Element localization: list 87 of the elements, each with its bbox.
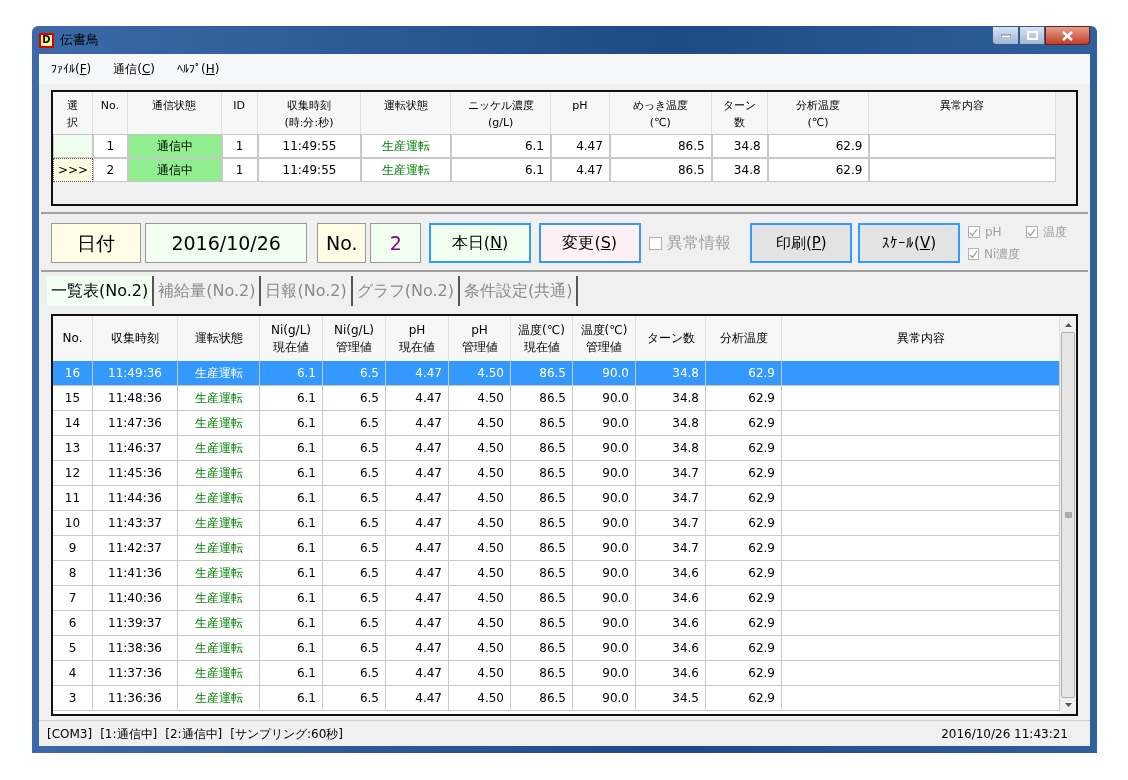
table-cell: 86.5 — [609, 134, 712, 158]
table-cell: 62.9 — [767, 158, 870, 182]
table-cell: 1 — [92, 134, 128, 158]
table-cell: 3 — [53, 686, 93, 711]
number-label: No. — [317, 223, 367, 263]
table-cell: 生産運転 — [178, 686, 260, 711]
menu-item[interactable]: ﾍﾙﾌﾟ(H) — [177, 60, 220, 78]
column-header: 異常内容 — [869, 92, 1056, 134]
table-cell: 34.8 — [711, 134, 768, 158]
column-header: 分析温度 (℃) — [767, 92, 870, 134]
table-cell: 86.5 — [609, 158, 712, 182]
status-text: [2:通信中] — [165, 725, 223, 743]
table-row[interactable]: 14 11:47:36 生産運転 6.1 6.5 4.47 4.50 86.5 90.0 34.8 62.9 — [53, 411, 1060, 436]
action-button[interactable]: ｽｹｰﾙ(V) — [858, 223, 960, 263]
table-row[interactable]: 9 11:42:37 生産運転 6.1 6.5 4.47 4.50 86.5 90.0 34.7 62.9 — [53, 536, 1060, 561]
table-cell: 生産運転 — [361, 158, 452, 182]
minimize-icon — [1000, 33, 1011, 38]
table-cell: 6.1 — [260, 686, 323, 711]
table-cell: 6.5 — [323, 686, 386, 711]
row-selector[interactable] — [53, 134, 93, 158]
table-cell: 6.1 — [451, 134, 551, 158]
table-row[interactable]: 11 11:44:36 生産運転 6.1 6.5 4.47 4.50 86.5 90.0 34.7 62.9 — [53, 486, 1060, 511]
column-header: ニッケル濃度 (g/L) — [451, 92, 551, 134]
table-cell: 1 — [221, 158, 258, 182]
table-cell: 11:49:55 — [257, 134, 362, 158]
status-text: [1:通信中] — [100, 725, 158, 743]
column-header: めっき温度 (℃) — [609, 92, 712, 134]
table-cell: 4.50 — [449, 686, 511, 711]
menu-item[interactable]: 通信(C) — [113, 60, 156, 78]
table-row[interactable]: 4 11:37:36 生産運転 6.1 6.5 4.47 4.50 86.5 90.0 34.6 62.9 — [53, 661, 1060, 686]
close-icon — [1062, 30, 1073, 41]
date-field[interactable]: 2016/10/26 — [145, 223, 308, 263]
date-button[interactable]: 本日(N) — [429, 223, 531, 263]
date-button[interactable]: 変更(S) — [538, 223, 641, 263]
table-cell: 11:49:55 — [257, 158, 362, 182]
table-cell: 2 — [92, 158, 128, 182]
checkbox-label: 温度 — [1043, 224, 1067, 241]
checkbox-label: pH — [984, 224, 1002, 241]
table-row[interactable]: 12 11:45:36 生産運転 6.1 6.5 4.47 4.50 86.5 90.0 34.7 62.9 — [53, 461, 1060, 486]
minimize-button[interactable] — [992, 26, 1019, 45]
table-cell: 90.0 — [573, 686, 636, 711]
table-row[interactable]: 15 11:48:36 生産運転 6.1 6.5 4.47 4.50 86.5 90.0 34.8 62.9 — [53, 386, 1060, 411]
table-cell: 通信中 — [127, 158, 222, 182]
window-title: 伝書鳥 — [60, 31, 99, 50]
app-icon: D — [39, 32, 54, 48]
table-row[interactable]: 10 11:43:37 生産運転 6.1 6.5 4.47 4.50 86.5 90.0 34.7 62.9 — [53, 511, 1060, 536]
table-row[interactable]: 5 11:38:36 生産運転 6.1 6.5 4.47 4.50 86.5 90.0 34.6 62.9 — [53, 636, 1060, 661]
column-header: ID — [221, 92, 258, 134]
menu-item[interactable]: ﾌｧｲﾙ(F) — [51, 60, 92, 78]
checkbox-label: 異常情報 — [666, 232, 731, 254]
table-cell: 4.47 — [386, 686, 449, 711]
grip-icon — [1064, 512, 1072, 518]
status-datetime: 2016/10/26 11:43:21 — [941, 725, 1068, 743]
status-text: [COM3] — [47, 725, 93, 743]
table-cell: 6.1 — [451, 158, 551, 182]
table-cell: 1 — [221, 134, 258, 158]
date-label: 日付 — [51, 223, 141, 263]
action-button[interactable]: 印刷(P) — [750, 223, 853, 263]
number-field[interactable]: 2 — [370, 223, 422, 263]
column-header: ターン 数 — [711, 92, 768, 134]
table-row[interactable]: 7 11:40:36 生産運転 6.1 6.5 4.47 4.50 86.5 90.0 34.6 62.9 — [53, 586, 1060, 611]
maximize-icon — [1026, 31, 1038, 40]
column-header: pH — [551, 92, 610, 134]
table-cell: 62.9 — [706, 686, 782, 711]
table-row[interactable]: 8 11:41:36 生産運転 6.1 6.5 4.47 4.50 86.5 90.0 34.6 62.9 — [53, 561, 1060, 586]
table-cell: 34.8 — [711, 158, 768, 182]
table-cell: 34.5 — [636, 686, 706, 711]
status-text: [サンプリング:60秒] — [230, 725, 343, 743]
tab[interactable]: 一覧表(No.2) — [47, 276, 155, 306]
close-button[interactable] — [1045, 26, 1090, 45]
table-cell: 62.9 — [767, 134, 870, 158]
table-cell: 11:36:36 — [93, 686, 178, 711]
column-header: No. — [92, 92, 128, 134]
table-cell: 4.47 — [551, 158, 610, 182]
table-row[interactable]: 6 11:39:37 生産運転 6.1 6.5 4.47 4.50 86.5 90.0 34.6 62.9 — [53, 611, 1060, 636]
checkbox-label: Ni濃度 — [983, 246, 1021, 263]
table-cell: 生産運転 — [361, 134, 452, 158]
column-header: 収集時刻 (時:分:秒) — [257, 92, 362, 134]
table-cell: 通信中 — [127, 134, 222, 158]
row-selector[interactable]: >>> — [53, 158, 93, 182]
table-cell: 86.5 — [511, 686, 573, 711]
table-row[interactable]: 13 11:46:37 生産運転 6.1 6.5 4.47 4.50 86.5 90.0 34.8 62.9 — [53, 436, 1060, 461]
column-header: 運転状態 — [361, 92, 452, 134]
scrollbar[interactable] — [1060, 316, 1076, 714]
table-cell: 4.47 — [551, 134, 610, 158]
table-row[interactable]: 3 11:36:36 生産運転 6.1 6.5 4.47 4.50 86.5 90.0 34.5 62.9 — [53, 686, 1060, 711]
maximize-button[interactable] — [1019, 26, 1045, 45]
